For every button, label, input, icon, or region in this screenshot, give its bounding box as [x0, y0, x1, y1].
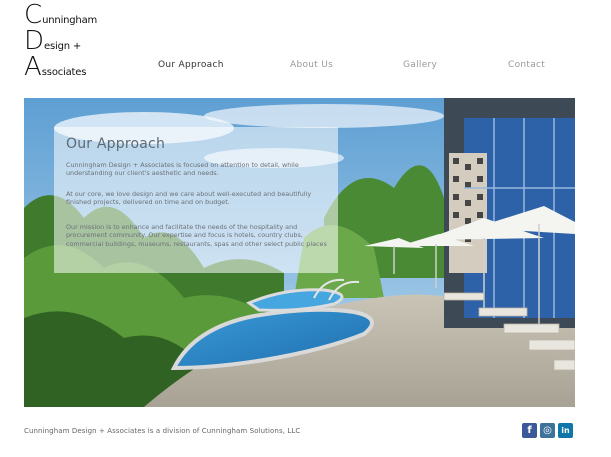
nav-about-us[interactable]: About Us — [290, 60, 333, 70]
linkedin-icon[interactable]: in — [558, 423, 573, 438]
approach-paragraph-1: Cunningham Design + Associates is focuse… — [66, 161, 299, 178]
facebook-icon[interactable]: f — [522, 423, 537, 438]
page-title: Our Approach — [66, 136, 166, 152]
instagram-icon[interactable]: ◎ — [540, 423, 555, 438]
facebook-glyph: f — [527, 425, 532, 436]
approach-text-panel: Our Approach Cunningham Design + Associa… — [54, 127, 338, 273]
main-nav: Our Approach About Us Gallery Contact — [0, 60, 611, 76]
footer-text: Cunningham Design + Associates is a divi… — [24, 427, 301, 435]
instagram-glyph: ◎ — [543, 425, 552, 436]
logo-line-2: Design + — [24, 28, 81, 54]
approach-paragraph-3: Our mission is to enhance and facilitate… — [66, 223, 327, 248]
logo-line-1: Cunningham — [24, 2, 97, 28]
nav-our-approach[interactable]: Our Approach — [158, 60, 224, 70]
nav-gallery[interactable]: Gallery — [403, 60, 437, 70]
nav-contact[interactable]: Contact — [508, 60, 545, 70]
logo-word-1: unningham — [42, 15, 98, 26]
logo-word-2: esign + — [44, 41, 82, 52]
linkedin-glyph: in — [561, 426, 570, 435]
approach-paragraph-2: At our core, we love design and we care … — [66, 190, 312, 207]
